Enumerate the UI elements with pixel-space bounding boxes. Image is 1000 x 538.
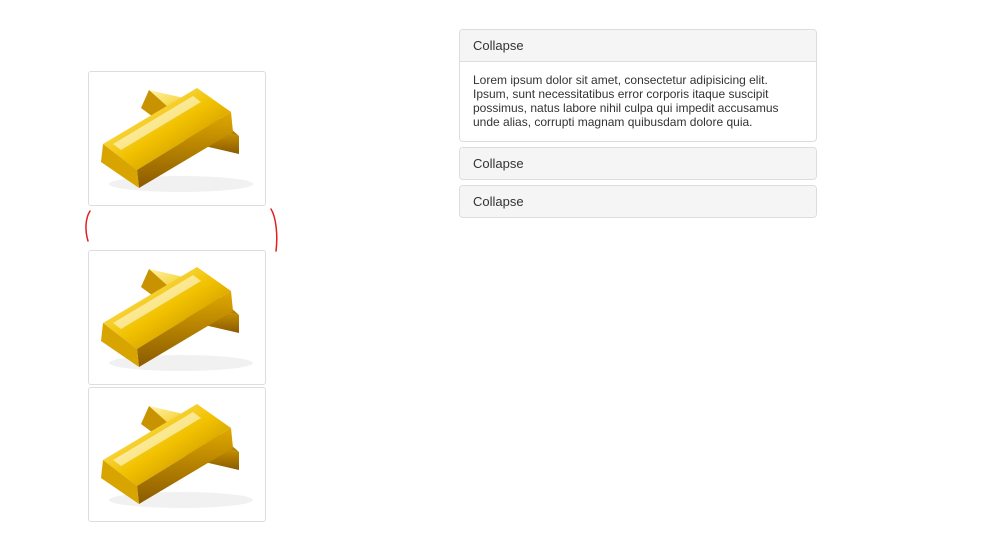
annotation-mark-left [85,210,91,242]
accordion-panel: Collapse Lorem ipsum dolor sit amet, con… [459,29,817,142]
page: Collapse Lorem ipsum dolor sit amet, con… [0,0,1000,538]
annotation-mark-right [270,208,278,252]
accordion: Collapse Lorem ipsum dolor sit amet, con… [459,29,817,223]
accordion-toggle[interactable]: Collapse [460,30,816,61]
accordion-panel-body: Lorem ipsum dolor sit amet, consectetur … [460,61,816,141]
accordion-toggle[interactable]: Collapse [460,148,816,179]
image-thumbnail [88,250,266,385]
gold-bars-image [101,267,253,371]
accordion-panel: Collapse [459,185,817,218]
accordion-toggle[interactable]: Collapse [460,186,816,217]
gold-bars-image [101,88,253,192]
image-thumbnail [88,71,266,206]
image-thumbnail [88,387,266,522]
gold-bars-image [101,404,253,508]
accordion-panel: Collapse [459,147,817,180]
